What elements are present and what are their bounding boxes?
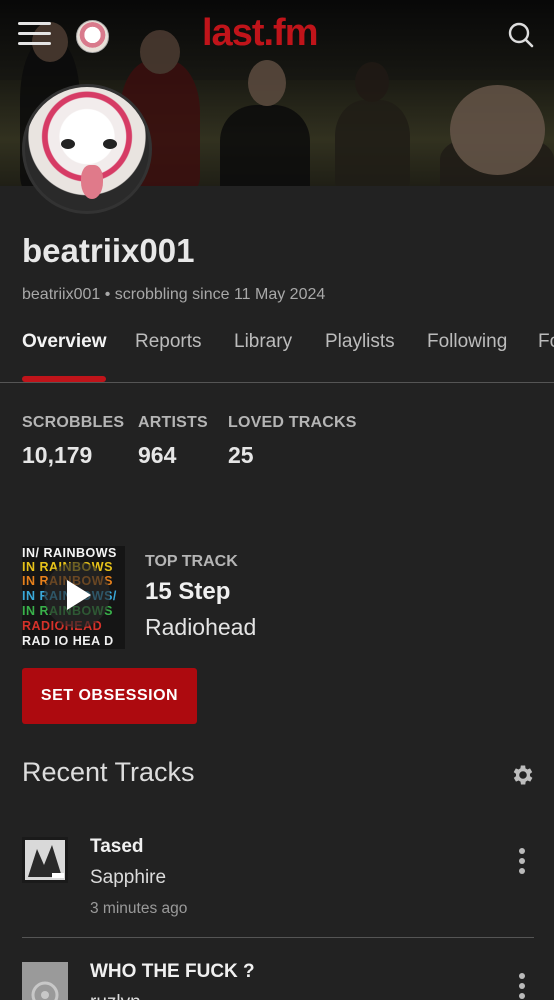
play-icon — [67, 580, 91, 610]
profile-subline: beatriix001 • scrobbling since 11 May 20… — [22, 286, 326, 303]
top-track-label: TOP TRACK — [145, 553, 238, 570]
recent-tracks-heading: Recent Tracks — [22, 757, 195, 787]
top-track-artist[interactable]: Radiohead — [145, 614, 256, 641]
album-art-text: RAD IO HEA D — [22, 634, 114, 648]
track-divider — [22, 937, 534, 938]
stat-artists[interactable]: ARTISTS 964 — [138, 414, 208, 469]
top-navigation-bar: last.fm — [0, 0, 554, 70]
album-art-text: IN/ RAINBOWS — [22, 546, 117, 560]
track-title[interactable]: Tased — [90, 836, 144, 858]
set-obsession-button[interactable]: SET OBSESSION — [22, 668, 197, 724]
more-options-icon[interactable] — [516, 848, 528, 876]
profile-avatar — [22, 84, 152, 214]
avatar-eye — [103, 139, 117, 149]
stat-value: 964 — [138, 442, 177, 468]
stat-scrobbles[interactable]: SCROBBLES 10,179 — [22, 414, 124, 469]
track-cover — [22, 962, 68, 1000]
stat-label: ARTISTS — [138, 414, 208, 431]
gear-icon[interactable] — [510, 762, 536, 788]
track-cover — [22, 837, 68, 883]
stat-label: LOVED TRACKS — [228, 414, 357, 431]
stat-loved-tracks[interactable]: LOVED TRACKS 25 — [228, 414, 357, 469]
stat-value: 25 — [228, 442, 254, 468]
active-tab-indicator — [22, 376, 106, 382]
play-button[interactable] — [44, 562, 110, 628]
track-timestamp: 3 minutes ago — [90, 900, 188, 917]
more-options-icon[interactable] — [516, 973, 528, 1000]
track-title[interactable]: WHO THE FUCK ? — [90, 961, 255, 983]
search-icon[interactable] — [506, 20, 536, 50]
stat-label: SCROBBLES — [22, 414, 125, 431]
user-avatar-button[interactable] — [76, 20, 109, 53]
menu-icon[interactable] — [18, 20, 51, 48]
tab-overview[interactable]: Overview — [22, 331, 107, 353]
track-artist[interactable]: ruzlvn — [90, 992, 141, 1000]
avatar-eye — [61, 139, 75, 149]
top-track-title[interactable]: 15 Step — [145, 578, 230, 606]
profile-tabs: Overview Reports Library Playlists Follo… — [0, 325, 554, 383]
stat-value: 10,179 — [22, 442, 93, 468]
avatar-tongue — [81, 165, 103, 199]
tab-playlists[interactable]: Playlists — [325, 331, 395, 353]
tab-library[interactable]: Library — [234, 331, 292, 353]
tab-reports[interactable]: Reports — [135, 331, 202, 353]
tab-followers[interactable]: Fo — [538, 331, 554, 353]
profile-username: beatriix001 — [22, 232, 195, 269]
lastfm-logo[interactable]: last.fm — [202, 12, 318, 55]
tab-following[interactable]: Following — [427, 331, 507, 353]
track-artist[interactable]: Sapphire — [90, 867, 166, 889]
